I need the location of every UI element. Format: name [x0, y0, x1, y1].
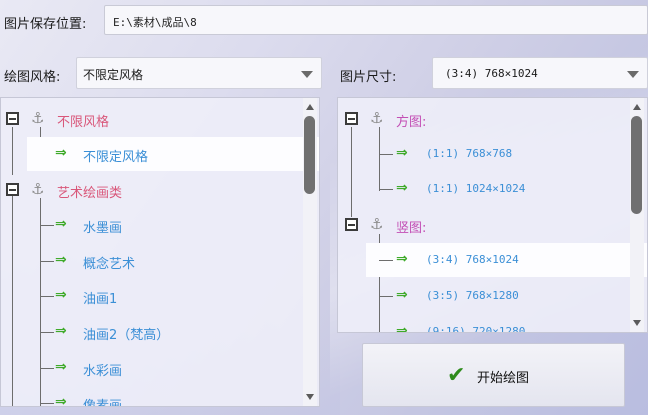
- tree-item-size-720x1280[interactable]: ⇒ (9:16) 720×1280: [338, 315, 647, 333]
- scroll-up-icon[interactable]: [633, 104, 641, 110]
- style-tree[interactable]: ⚓ 不限风格 ⇒ 不限定风格 ⚓ 艺术绘画类 ⇒ 水墨画 ⇒ 概念艺术 ⇒ 油画…: [0, 97, 320, 407]
- tree-item-ink-painting[interactable]: ⇒ 水墨画: [1, 208, 319, 242]
- scroll-thumb[interactable]: [631, 116, 642, 214]
- arrow-right-icon: ⇒: [55, 287, 67, 303]
- arrow-right-icon: ⇒: [396, 323, 408, 333]
- arrow-right-icon: ⇒: [55, 359, 67, 375]
- tree-item-size-768x768[interactable]: ⇒ (1:1) 768×768: [338, 137, 647, 171]
- style-tree-scrollbar[interactable]: [303, 98, 317, 406]
- arrow-right-icon: ⇒: [55, 216, 67, 232]
- style-select[interactable]: 不限定风格: [76, 57, 322, 89]
- anchor-icon: ⚓: [31, 109, 45, 127]
- size-select[interactable]: (3:4) 768×1024: [432, 57, 648, 89]
- tree-item-size-768x1280[interactable]: ⇒ (3:5) 768×1280: [338, 279, 647, 313]
- tree-item-concept-art[interactable]: ⇒ 概念艺术: [1, 244, 319, 278]
- collapse-icon[interactable]: [6, 112, 19, 125]
- arrow-right-icon: ⇒: [396, 145, 408, 161]
- arrow-right-icon: ⇒: [396, 180, 408, 196]
- arrow-right-icon: ⇒: [55, 145, 67, 161]
- arrow-right-icon: ⇒: [55, 394, 67, 407]
- style-label: 绘图风格:: [4, 70, 61, 85]
- tree-item-oil-painting-2[interactable]: ⇒ 油画2（梵高）: [1, 315, 319, 349]
- chevron-down-icon: [301, 71, 313, 78]
- scroll-down-icon[interactable]: [633, 320, 641, 326]
- save-path-label: 图片保存位置:: [4, 17, 87, 32]
- start-drawing-button[interactable]: ✔ 开始绘图: [362, 343, 625, 407]
- collapse-icon[interactable]: [6, 183, 19, 196]
- size-label: 图片尺寸:: [340, 70, 397, 85]
- collapse-icon[interactable]: [345, 112, 358, 125]
- scroll-thumb[interactable]: [304, 116, 315, 194]
- arrow-right-icon: ⇒: [396, 287, 408, 303]
- tree-category-square[interactable]: ⚓ 方图:: [338, 102, 647, 136]
- tree-item-size-1024x1024[interactable]: ⇒ (1:1) 1024×1024: [338, 172, 647, 206]
- size-tree[interactable]: ⚓ 方图: ⇒ (1:1) 768×768 ⇒ (1:1) 1024×1024 …: [337, 97, 648, 333]
- tree-item-watercolor[interactable]: ⇒ 水彩画: [1, 351, 319, 385]
- anchor-icon: ⚓: [31, 180, 45, 198]
- anchor-icon: ⚓: [370, 215, 384, 233]
- tree-item-pixel-art[interactable]: ⇒ 像素画: [1, 386, 319, 407]
- tree-category-unrestricted[interactable]: ⚓ 不限风格: [1, 102, 319, 136]
- arrow-right-icon: ⇒: [396, 251, 408, 267]
- tree-category-portrait[interactable]: ⚓ 竖图:: [338, 208, 647, 242]
- save-path-input[interactable]: E:\素材\成品\8: [104, 5, 648, 35]
- size-tree-scrollbar[interactable]: [630, 98, 644, 332]
- style-select-value: 不限定风格: [83, 68, 144, 82]
- anchor-icon: ⚓: [370, 109, 384, 127]
- scroll-down-icon[interactable]: [306, 394, 314, 400]
- tree-item-unrestricted-style[interactable]: ⇒ 不限定风格: [27, 137, 319, 171]
- size-select-value: (3:4) 768×1024: [445, 67, 538, 80]
- checkmark-icon: ✔: [447, 363, 466, 388]
- tree-category-art-painting[interactable]: ⚓ 艺术绘画类: [1, 173, 319, 207]
- tree-item-size-768x1024[interactable]: ⇒ (3:4) 768×1024: [366, 243, 647, 277]
- arrow-right-icon: ⇒: [55, 323, 67, 339]
- tree-item-oil-painting-1[interactable]: ⇒ 油画1: [1, 279, 319, 313]
- collapse-icon[interactable]: [345, 218, 358, 231]
- start-drawing-label: 开始绘图: [477, 371, 530, 386]
- chevron-down-icon: [627, 71, 639, 78]
- scroll-up-icon[interactable]: [306, 104, 314, 110]
- arrow-right-icon: ⇒: [55, 252, 67, 268]
